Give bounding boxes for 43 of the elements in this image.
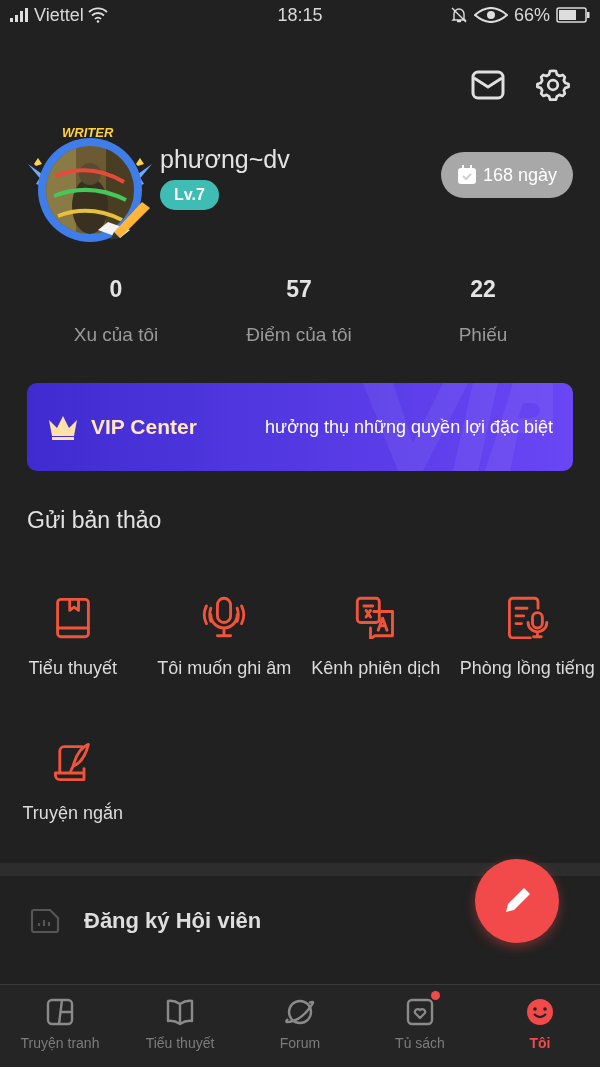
battery-icon [556, 7, 590, 23]
stat-label: Xu của tôi [73, 322, 159, 347]
nav-tab[interactable]: Forum [240, 985, 360, 1067]
crown-icon [47, 414, 79, 440]
carrier-name: Viettel [34, 3, 84, 27]
badge-label: WRITER [61, 125, 115, 141]
level-badge: Lv.7 [160, 180, 219, 210]
open-book-icon [165, 997, 195, 1027]
muted-bell-icon [450, 6, 468, 24]
comic-panel-icon [45, 997, 75, 1027]
vip-banner[interactable]: VIP Center hưởng thụ những quyền lợi đặc biệt [27, 383, 573, 471]
nav-tab[interactable]: Truyện tranh [0, 985, 120, 1067]
smiley-icon [525, 997, 555, 1027]
nav-tab[interactable]: Tủ sách [360, 985, 480, 1067]
heart-box-icon [405, 997, 435, 1027]
planet-icon [285, 997, 315, 1027]
category-label[interactable]: Phòng lồng tiếng [459, 654, 595, 682]
category-label[interactable]: Tôi muốn ghi âm [157, 654, 292, 682]
stat-value: 57 [286, 275, 312, 304]
microphone-icon[interactable] [202, 594, 247, 639]
chart-card-icon [30, 907, 60, 934]
stat-label: Phiếu [458, 322, 508, 347]
menu-item[interactable]: Đăng ký Hội viên [84, 904, 262, 937]
calendar-check-icon [456, 165, 477, 185]
vip-subtitle: hưởng thụ những quyền lợi đặc biệt [265, 415, 553, 439]
stat-label: Điểm của tôi [246, 322, 352, 347]
vip-title: VIP Center [91, 414, 197, 441]
eye-icon [474, 7, 508, 23]
section-title: Gửi bản thảo [27, 506, 163, 535]
battery-percent: 66% [514, 3, 550, 27]
script-microphone-icon[interactable] [505, 594, 550, 639]
edit-button[interactable] [475, 859, 559, 943]
category-label[interactable]: Tiểu thuyết [28, 654, 117, 682]
username: phương~dv [160, 144, 290, 174]
signal-icon [10, 8, 30, 22]
stat-value: 0 [109, 275, 123, 304]
category-label[interactable]: Truyện ngắn [22, 799, 123, 827]
category-label[interactable]: Kênh phiên dịch [311, 654, 441, 682]
stat-value: 22 [470, 275, 496, 304]
wifi-icon [87, 7, 108, 23]
nav-tab[interactable]: Tôi [480, 985, 600, 1067]
clock-time: 18:15 [277, 3, 323, 27]
nav-tab[interactable]: Tiểu thuyết [120, 985, 240, 1067]
